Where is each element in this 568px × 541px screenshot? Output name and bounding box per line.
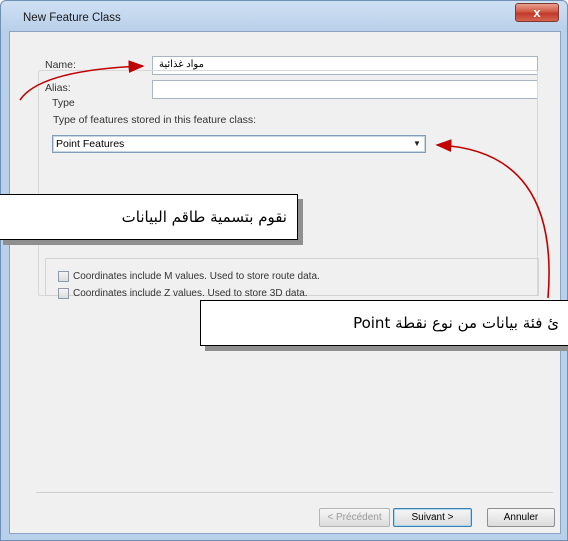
checkbox-m-row[interactable]: Coordinates include M values. Used to st… [58, 270, 320, 283]
next-button[interactable]: Suivant > [393, 508, 472, 527]
window-title: New Feature Class [23, 12, 121, 24]
close-button[interactable]: x [515, 3, 559, 22]
checkbox-z-values[interactable] [58, 288, 69, 299]
type-group-label: Type [50, 97, 77, 109]
checkbox-m-label: Coordinates include M values. Used to st… [73, 271, 320, 282]
type-description: Type of features stored in this feature … [53, 114, 257, 126]
close-icon: x [533, 5, 541, 20]
callout-type-annotation: ئ فئة بيانات من نوع نقطة Point [200, 300, 568, 346]
checkbox-z-label: Coordinates include Z values. Used to st… [73, 288, 308, 299]
callout-name-annotation: نقوم بتسمية طاقم البيانات [0, 194, 298, 240]
checkbox-z-row[interactable]: Coordinates include Z values. Used to st… [58, 287, 308, 300]
feature-type-select[interactable]: Point Features ▼ [52, 135, 426, 153]
checkbox-m-values[interactable] [58, 271, 69, 282]
feature-type-selected: Point Features [56, 138, 125, 150]
name-field-value: مواد غذائية [159, 59, 204, 70]
cancel-button[interactable]: Annuler [487, 508, 555, 527]
chevron-down-icon[interactable]: ▼ [410, 137, 424, 151]
footer-separator [36, 492, 553, 493]
back-button[interactable]: < Précédent [319, 508, 390, 527]
